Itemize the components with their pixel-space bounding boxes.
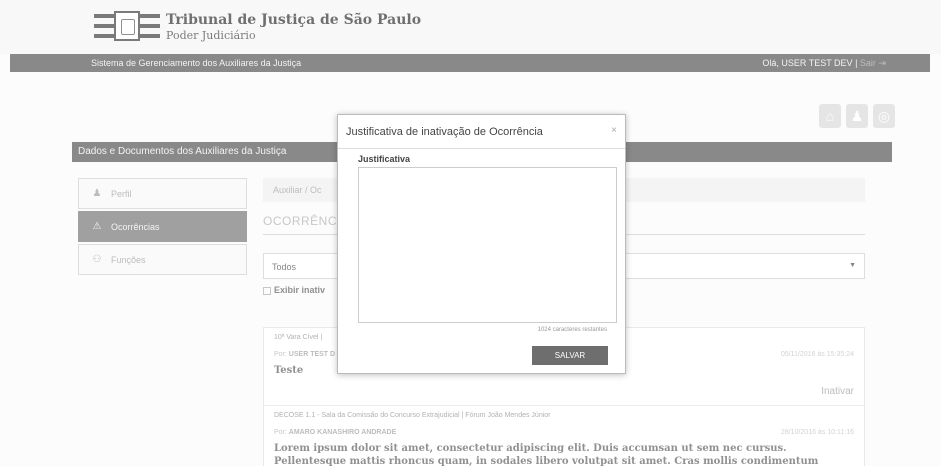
justification-label: Justificativa xyxy=(358,154,411,164)
modal-title: Justificativa de inativação de Ocorrênci… xyxy=(346,126,543,138)
justification-textarea[interactable] xyxy=(358,167,617,323)
close-icon[interactable]: × xyxy=(611,125,617,136)
justification-modal: Justificativa de inativação de Ocorrênci… xyxy=(337,114,626,374)
modal-header: Justificativa de inativação de Ocorrênci… xyxy=(338,115,625,149)
char-counter: 1024 caracteres restantes xyxy=(537,327,607,333)
save-button[interactable]: SALVAR xyxy=(532,346,608,365)
